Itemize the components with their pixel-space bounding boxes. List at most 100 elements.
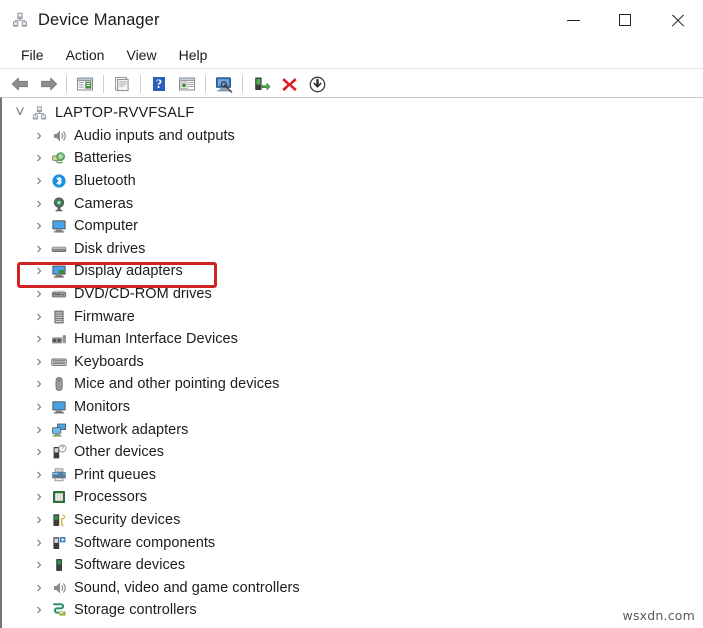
chevron-right-icon[interactable]: › [32,468,46,482]
title-bar: Device Manager [0,0,703,41]
tree-item-sound-video-and-game-controllers[interactable]: › Sound, video and game controllers [2,576,703,599]
chevron-right-icon[interactable]: › [32,377,46,391]
minimize-button[interactable] [547,0,599,40]
device-tree-pane[interactable]: ˅ LAPTOP-RVVFSALF [0,97,703,628]
chevron-right-icon[interactable]: › [32,558,46,572]
chevron-right-icon[interactable]: › [32,400,46,414]
minimize-icon [567,20,580,21]
tree-item-disk-drives[interactable]: › Disk drives [2,238,703,261]
maximize-icon [619,14,631,26]
monitor-icon [50,399,67,416]
tree-item-bluetooth[interactable]: › Bluetooth [2,170,703,193]
chevron-right-icon[interactable]: › [32,197,46,211]
chevron-right-icon[interactable]: › [32,287,46,301]
tree-item-batteries[interactable]: › Batteries [2,147,703,170]
help-button[interactable]: ? [145,71,173,97]
tree-item-display-adapters[interactable]: › Display adapters [2,260,703,283]
menu-help[interactable]: Help [168,44,219,66]
disk-drive-icon [50,240,67,257]
menu-bar: File Action View Help [0,41,703,69]
chevron-right-icon[interactable]: › [32,355,46,369]
chevron-right-icon[interactable]: › [32,151,46,165]
disable-device-button[interactable] [247,71,275,97]
tree-item-label: Display adapters [74,263,183,279]
chevron-right-icon[interactable]: › [32,603,46,617]
tree-item-keyboards[interactable]: › Keyboards [2,351,703,374]
tree-item-software-devices[interactable]: › Software devices [2,554,703,577]
chevron-right-icon[interactable]: › [32,581,46,595]
tree-item-label: Software devices [74,557,185,573]
tree-item-label: Security devices [74,512,180,528]
tree-item-storage-controllers[interactable]: › Storage controllers [2,599,703,622]
show-hide-console-tree-button[interactable] [71,71,99,97]
close-button[interactable] [651,0,703,40]
tree-item-network-adapters[interactable]: › Network adapters [2,418,703,441]
disable-device-icon [252,76,271,93]
tree-item-print-queues[interactable]: › Print queues [2,464,703,487]
tree-item-cameras[interactable]: › Cameras [2,192,703,215]
tree-item-mice-and-other-pointing-devices[interactable]: › Mice and other pointing devices [2,373,703,396]
chevron-down-icon[interactable]: ˅ [13,106,27,120]
uninstall-device-button[interactable] [275,71,303,97]
tree-root-node[interactable]: ˅ LAPTOP-RVVFSALF [2,102,703,125]
chevron-right-icon[interactable]: › [32,445,46,459]
chevron-right-icon[interactable]: › [32,332,46,346]
window-controls [547,0,703,40]
chevron-right-icon[interactable]: › [32,310,46,324]
mouse-icon [50,376,67,393]
chevron-right-icon[interactable]: › [32,129,46,143]
toolbar-separator [66,75,67,93]
security-device-icon [50,511,67,528]
tree-item-computer[interactable]: › Computer [2,215,703,238]
menu-action[interactable]: Action [55,44,116,66]
chevron-right-icon[interactable]: › [32,490,46,504]
chevron-right-icon[interactable]: › [32,219,46,233]
tree-root-label: LAPTOP-RVVFSALF [55,105,194,121]
camera-icon [50,195,67,212]
hid-icon [50,331,67,348]
tree-item-processors[interactable]: › Processors [2,486,703,509]
processor-icon [50,489,67,506]
maximize-button[interactable] [599,0,651,40]
battery-icon [50,150,67,167]
chevron-right-icon[interactable]: › [32,513,46,527]
tree-item-software-components[interactable]: › Software components [2,531,703,554]
menu-file[interactable]: File [10,44,55,66]
tree-item-label: Network adapters [74,422,188,438]
scan-for-hardware-changes-button[interactable] [210,71,238,97]
tree-item-label: Cameras [74,196,133,212]
menu-view[interactable]: View [115,44,167,66]
download-button[interactable] [303,71,331,97]
chevron-right-icon[interactable]: › [32,264,46,278]
back-button[interactable] [6,71,34,97]
toolbar-separator [205,75,206,93]
other-device-icon: ? [50,444,67,461]
properties-icon [113,76,131,92]
toolbar-separator [140,75,141,93]
tree-item-label: Human Interface Devices [74,331,238,347]
tree-item-monitors[interactable]: › Monitors [2,396,703,419]
tree-item-label: Mice and other pointing devices [74,376,279,392]
chevron-right-icon[interactable]: › [32,423,46,437]
properties-button[interactable] [108,71,136,97]
device-manager-window: Device Manager File Action View Help [0,0,703,628]
tree-item-label: Sound, video and game controllers [74,580,300,596]
software-component-icon [50,534,67,551]
update-driver-button[interactable] [173,71,201,97]
tree-item-firmware[interactable]: › Firmware [2,305,703,328]
tree-item-audio-inputs-and-outputs[interactable]: › Audio inputs and outputs [2,125,703,148]
forward-button[interactable] [34,71,62,97]
software-device-icon [50,557,67,574]
watermark: wsxdn.com [623,608,695,623]
tree-item-human-interface-devices[interactable]: › Human Interface Devices [2,328,703,351]
firmware-icon [50,308,67,325]
chevron-right-icon[interactable]: › [32,174,46,188]
tree-item-label: Batteries [74,150,132,166]
chevron-right-icon[interactable]: › [32,536,46,550]
forward-arrow-icon [39,76,58,92]
tree-item-security-devices[interactable]: › Security devices [2,509,703,532]
tree-item-dvd-cd-rom-drives[interactable]: › DVD/CD-ROM drives [2,283,703,306]
tree-item-label: Storage controllers [74,602,197,618]
chevron-right-icon[interactable]: › [32,242,46,256]
tree-item-other-devices[interactable]: › ? Other devices [2,441,703,464]
